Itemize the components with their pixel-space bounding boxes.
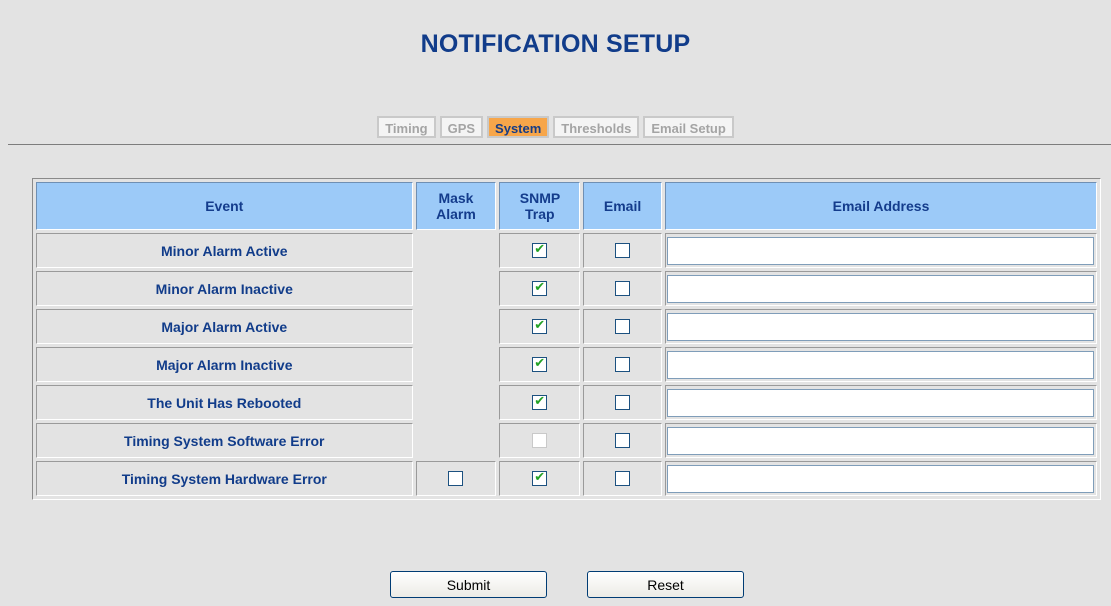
- event-name: Major Alarm Inactive: [36, 347, 413, 382]
- checkmark-icon: ✔: [534, 279, 546, 295]
- email-checkbox[interactable]: [615, 394, 631, 410]
- snmp-trap-checkbox[interactable]: ✔: [532, 241, 548, 258]
- email-address-cell: [664, 385, 1097, 420]
- checkmark-icon: ✔: [534, 355, 546, 371]
- table-row: Major Alarm Active ✔: [36, 309, 1097, 344]
- snmp-trap-cell: ✔: [499, 347, 581, 382]
- tab-gps[interactable]: GPS: [439, 116, 484, 138]
- email-address-input[interactable]: [666, 388, 1094, 417]
- event-name: Timing System Hardware Error: [36, 461, 413, 496]
- table-header-row: Event Mask Alarm SNMP Trap Email Email A…: [36, 182, 1097, 230]
- notification-setup-page: NOTIFICATION SETUP Timing GPS System Thr…: [0, 0, 1111, 606]
- table-row: Timing System Hardware Error ✔: [36, 461, 1097, 496]
- email-address-input[interactable]: [666, 426, 1094, 455]
- tab-timing[interactable]: Timing: [377, 116, 436, 138]
- checkmark-icon: ✔: [534, 241, 546, 257]
- checkmark-icon: ✔: [534, 317, 546, 333]
- table-body: Minor Alarm Active ✔ Minor Alarm Inactiv…: [36, 233, 1097, 496]
- snmp-trap-checkbox[interactable]: ✔: [532, 317, 548, 334]
- mask-alarm-empty-cell: [416, 233, 497, 458]
- email-address-input[interactable]: [666, 464, 1094, 493]
- snmp-trap-checkbox[interactable]: ✔: [532, 279, 548, 296]
- snmp-trap-cell: ✔: [499, 461, 581, 496]
- mask-alarm-checkbox[interactable]: [448, 470, 464, 486]
- snmp-trap-cell: [499, 423, 581, 458]
- table-row: The Unit Has Rebooted ✔: [36, 385, 1097, 420]
- event-name: The Unit Has Rebooted: [36, 385, 413, 420]
- snmp-trap-cell: ✔: [499, 271, 581, 306]
- header-email: Email: [583, 182, 662, 230]
- snmp-trap-checkbox[interactable]: ✔: [532, 393, 548, 410]
- tab-bar: Timing GPS System Thresholds Email Setup: [0, 116, 1111, 138]
- email-checkbox[interactable]: [615, 280, 631, 296]
- email-cell: [583, 347, 662, 382]
- email-address-cell: [664, 271, 1097, 306]
- email-address-input[interactable]: [666, 312, 1094, 341]
- email-cell: [583, 461, 662, 496]
- email-address-input[interactable]: [666, 350, 1094, 379]
- email-address-cell: [664, 423, 1097, 458]
- email-checkbox[interactable]: [615, 318, 631, 334]
- tab-system[interactable]: System: [487, 116, 550, 138]
- checkmark-icon: ✔: [534, 469, 546, 485]
- email-checkbox[interactable]: [615, 470, 631, 486]
- snmp-trap-cell: ✔: [499, 385, 581, 420]
- header-mask-alarm: Mask Alarm: [415, 182, 497, 230]
- email-cell: [583, 233, 662, 268]
- tab-thresholds[interactable]: Thresholds: [553, 116, 640, 138]
- page-title: NOTIFICATION SETUP: [420, 30, 691, 58]
- table-row: Minor Alarm Inactive ✔: [36, 271, 1097, 306]
- event-name: Minor Alarm Inactive: [36, 271, 413, 306]
- header-mask-alarm-label: Mask Alarm: [436, 190, 476, 222]
- header-snmp-trap-label: SNMP Trap: [519, 190, 561, 222]
- email-checkbox[interactable]: [615, 432, 631, 448]
- email-cell: [583, 423, 662, 458]
- header-email-address: Email Address: [664, 182, 1097, 230]
- snmp-trap-cell: ✔: [499, 309, 581, 344]
- table-row: Timing System Software Error: [36, 423, 1097, 458]
- email-checkbox[interactable]: [615, 242, 631, 258]
- email-address-input[interactable]: [666, 236, 1094, 265]
- tab-email-setup[interactable]: Email Setup: [643, 116, 734, 138]
- header-event: Event: [36, 182, 413, 230]
- table-row: Minor Alarm Active ✔: [36, 233, 1097, 268]
- notification-table: Event Mask Alarm SNMP Trap Email Email A…: [32, 178, 1101, 500]
- email-address-cell: [664, 347, 1097, 382]
- snmp-trap-checkbox[interactable]: ✔: [532, 355, 548, 372]
- snmp-trap-cell: ✔: [499, 233, 581, 268]
- reset-button[interactable]: Reset: [587, 571, 744, 598]
- event-name: Timing System Software Error: [36, 423, 413, 458]
- snmp-trap-checkbox-disabled: [532, 432, 548, 448]
- event-name: Minor Alarm Active: [36, 233, 413, 268]
- event-name: Major Alarm Active: [36, 309, 413, 344]
- submit-button[interactable]: Submit: [390, 571, 547, 598]
- email-address-cell: [664, 461, 1097, 496]
- email-address-input[interactable]: [666, 274, 1094, 303]
- tab-divider: [8, 144, 1111, 145]
- header-snmp-trap: SNMP Trap: [499, 182, 581, 230]
- email-checkbox[interactable]: [615, 356, 631, 372]
- checkmark-icon: ✔: [534, 393, 546, 409]
- email-cell: [583, 271, 662, 306]
- email-address-cell: [664, 309, 1097, 344]
- email-cell: [583, 385, 662, 420]
- email-address-cell: [664, 233, 1097, 268]
- email-cell: [583, 309, 662, 344]
- snmp-trap-checkbox[interactable]: ✔: [532, 469, 548, 486]
- mask-alarm-cell: [415, 461, 497, 496]
- table-row: Major Alarm Inactive ✔: [36, 347, 1097, 382]
